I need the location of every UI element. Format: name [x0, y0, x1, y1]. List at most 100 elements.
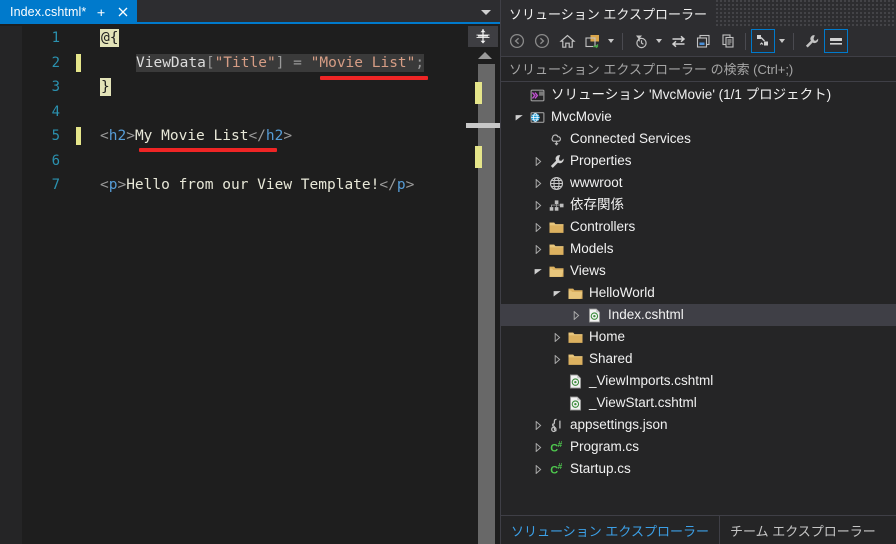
tree-item-label: Index.cshtml [608, 307, 684, 322]
collapse-arrow-icon[interactable] [530, 216, 546, 238]
tab-label: チーム エクスプローラー [729, 523, 876, 539]
solution-explorer-search-bar[interactable] [501, 56, 896, 82]
tree-item-label: wwwroot [570, 175, 623, 190]
tree-item-home[interactable]: Home [501, 326, 896, 348]
search-input[interactable] [509, 61, 896, 77]
razor-block-close: } [100, 78, 111, 97]
collapse-arrow-icon[interactable] [530, 172, 546, 194]
visual-studio-window: Index.cshtml* 1 @{2 ViewData["Title"] =… [0, 0, 896, 544]
add-new-item-button[interactable] [580, 29, 604, 53]
code-line-content: } [100, 78, 111, 97]
tab-overflow-dropdown[interactable] [472, 0, 500, 24]
tree-item-label: appsettings.json [570, 417, 668, 432]
collapse-arrow-icon[interactable] [530, 414, 546, 436]
tree-item-startup.cs[interactable]: C# Startup.cs [501, 458, 896, 480]
code-line-content: ViewData["Title"] = "Movie List"; [136, 53, 428, 80]
title-bar-grip [714, 0, 896, 26]
document-tab-index-cshtml[interactable]: Index.cshtml* [0, 0, 138, 24]
expand-arrow-icon[interactable] [530, 260, 546, 282]
tree-item-_viewstart.cshtml[interactable]: _ViewStart.cshtml [501, 392, 896, 414]
tree-item-[interactable]: 依存関係 [501, 194, 896, 216]
refresh-button[interactable] [691, 29, 715, 53]
document-tab-strip: Index.cshtml* [0, 0, 500, 24]
home-button[interactable] [555, 29, 579, 53]
collapse-arrow-icon[interactable] [549, 326, 565, 348]
line-number: 5 [51, 128, 60, 145]
tree-item-label: Views [570, 263, 606, 278]
tree-item-controllers[interactable]: Controllers [501, 216, 896, 238]
web-project-icon [527, 106, 547, 128]
collapse-all-dropdown-caret[interactable] [776, 29, 788, 53]
tree-item-index.cshtml[interactable]: Index.cshtml [501, 304, 896, 326]
back-button[interactable] [505, 29, 529, 53]
expand-arrow-icon[interactable] [511, 106, 527, 128]
wrench-icon [546, 150, 566, 172]
h2-closing-tag-name: h2 [265, 128, 284, 145]
tree-item-program.cs[interactable]: C# Program.cs [501, 436, 896, 458]
globe-icon [546, 172, 566, 194]
collapse-arrow-icon[interactable] [549, 348, 565, 370]
pin-icon[interactable] [94, 4, 108, 20]
tree-item-helloworld[interactable]: HelloWorld [501, 282, 896, 304]
scroll-up-arrow-icon[interactable] [478, 52, 492, 59]
tag-open-bracket: < [100, 177, 109, 194]
preview-selected-items-button[interactable] [824, 29, 848, 53]
pending-changes-dropdown-caret[interactable] [653, 29, 665, 53]
chevron-down-icon [779, 39, 785, 43]
properties-button[interactable] [799, 29, 823, 53]
tree-item-connected-services[interactable]: Connected Services [501, 128, 896, 150]
collapse-arrow-icon[interactable] [530, 150, 546, 172]
forward-button[interactable] [530, 29, 554, 53]
solution-explorer-tree[interactable]: ソリューション 'MvcMovie' (1/1 プロジェクト) MvcMovie… [501, 84, 896, 515]
document-tab-title: Index.cshtml* [10, 5, 87, 19]
tab-active-underline [0, 22, 500, 24]
toolbar-separator [793, 32, 794, 50]
collapse-arrow-icon[interactable] [530, 194, 546, 216]
show-all-files-button[interactable] [716, 29, 740, 53]
close-icon[interactable] [116, 4, 130, 20]
closing-tag-close: > [405, 177, 415, 194]
tree-item-mvcmovie-1-1[interactable]: ソリューション 'MvcMovie' (1/1 プロジェクト) [501, 84, 896, 106]
tree-item-models[interactable]: Models [501, 238, 896, 260]
collapse-arrow-icon[interactable] [530, 458, 546, 480]
collapse-all-icon[interactable] [751, 29, 775, 53]
line-number: 1 [51, 30, 60, 47]
tab-label: ソリューション エクスプローラー [511, 523, 709, 539]
add-new-item-dropdown-caret[interactable] [605, 29, 617, 53]
tree-item-wwwroot[interactable]: wwwroot [501, 172, 896, 194]
editor-scrollbar-thumb[interactable] [466, 123, 500, 128]
tree-item-label: Home [589, 329, 626, 344]
solution-explorer-pane: ソリューション エクスプローラー ソリューション エクスプローラー の検索 (C… [500, 0, 896, 544]
editor-text-area[interactable]: 1 @{ 2 ViewData["Title"] = "Movie List";… [22, 26, 468, 544]
tag-close-bracket: > [117, 177, 127, 194]
tree-item-views[interactable]: Views [501, 260, 896, 282]
tree-item-label: _ViewStart.cshtml [589, 395, 697, 410]
editor-scrollbar-track[interactable] [475, 64, 495, 544]
collapse-arrow-icon[interactable] [530, 238, 546, 260]
expand-arrow-icon[interactable] [549, 282, 565, 304]
tree-item-mvcmovie[interactable]: MvcMovie [501, 106, 896, 128]
code-line-content: <p>Hello from our View Template!</p> [100, 177, 414, 193]
split-view-icon[interactable] [468, 26, 498, 47]
editor-vertical-scrollbar-column [466, 26, 500, 544]
csharp-file-icon: C# [550, 461, 562, 477]
tab-solution-explorer[interactable]: ソリューション エクスプローラー [501, 516, 720, 544]
closing-tag-close: > [283, 128, 293, 145]
pending-changes-filter-button[interactable] [628, 29, 652, 53]
tab-team-explorer[interactable]: チーム エクスプローラー [720, 516, 886, 544]
tree-item-shared[interactable]: Shared [501, 348, 896, 370]
razor-file-icon [584, 304, 604, 326]
tree-item-label: HelloWorld [589, 285, 655, 300]
change-bar-line-5 [76, 127, 81, 145]
editor-body: 1 @{ 2 ViewData["Title"] = "Movie List";… [0, 26, 500, 544]
collapse-arrow-icon[interactable] [568, 304, 584, 326]
tree-item-_viewimports.cshtml[interactable]: _ViewImports.cshtml [501, 370, 896, 392]
tree-item-properties[interactable]: Properties [501, 150, 896, 172]
sync-with-active-document-button[interactable] [666, 29, 690, 53]
tree-item-appsettings.json[interactable]: appsettings.json [501, 414, 896, 436]
razor-file-icon [565, 392, 585, 414]
collapse-arrow-icon[interactable] [530, 436, 546, 458]
folder-icon [565, 326, 585, 348]
dependencies-icon [546, 194, 566, 216]
